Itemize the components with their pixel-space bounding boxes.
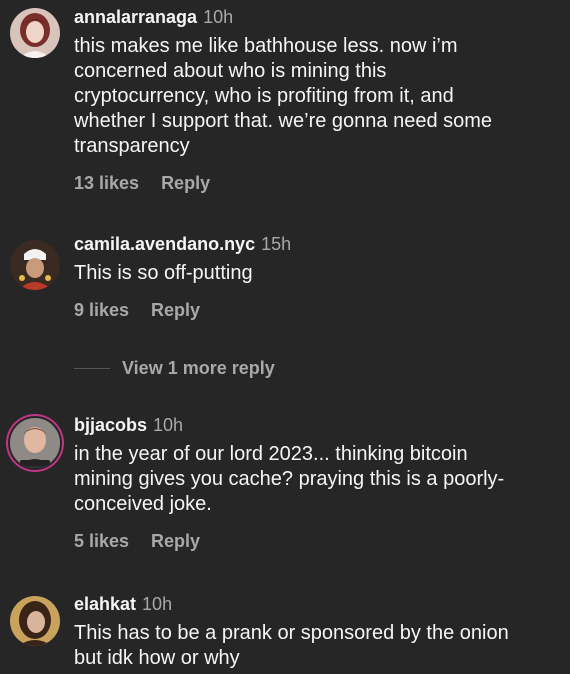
likes-count[interactable]: 5 likes: [74, 531, 129, 551]
username[interactable]: annalarranaga: [74, 7, 197, 27]
likes-count[interactable]: 9 likes: [74, 300, 129, 320]
comment-text: This is so off-putting: [74, 262, 253, 284]
comment-meta: annalarranaga 10h: [74, 6, 560, 28]
reply-button[interactable]: Reply: [161, 173, 210, 193]
comment-meta: bjjacobs 10h: [74, 414, 560, 436]
username[interactable]: elahkat: [74, 594, 136, 614]
username[interactable]: bjjacobs: [74, 415, 147, 435]
avatar[interactable]: [10, 8, 60, 58]
timestamp: 10h: [142, 594, 173, 614]
view-more-replies-label: View 1 more reply: [122, 357, 275, 378]
comment-actions: 9 likes Reply: [74, 299, 560, 321]
profile-photo-icon: [10, 418, 60, 468]
profile-photo-icon: [10, 596, 60, 646]
comment-actions: 13 likes Reply: [74, 172, 560, 194]
timestamp: 15h: [261, 234, 292, 254]
comment-meta: elahkat 10h: [74, 593, 560, 615]
username[interactable]: camila.avendano.nyc: [74, 234, 255, 254]
profile-photo-icon: [10, 240, 60, 290]
reply-button[interactable]: Reply: [151, 531, 200, 551]
comment-text: in the year of our lord 2023... thinking…: [74, 443, 505, 515]
reply-thread-line: [74, 367, 110, 369]
comment-text: This has to be a prank or sponsored by t…: [74, 622, 509, 669]
avatar[interactable]: [10, 596, 60, 646]
likes-count[interactable]: 13 likes: [74, 173, 139, 193]
view-more-replies-button[interactable]: View 1 more reply: [74, 356, 275, 380]
reply-button[interactable]: Reply: [151, 300, 200, 320]
comment-actions: 5 likes Reply: [74, 530, 560, 552]
comment-meta: camila.avendano.nyc 15h: [74, 233, 560, 255]
timestamp: 10h: [203, 7, 234, 27]
avatar[interactable]: [10, 418, 60, 468]
profile-photo-icon: [10, 8, 60, 58]
avatar[interactable]: [10, 240, 60, 290]
comment-text: this makes me like bathhouse less. now i…: [74, 35, 493, 157]
timestamp: 10h: [153, 415, 184, 435]
